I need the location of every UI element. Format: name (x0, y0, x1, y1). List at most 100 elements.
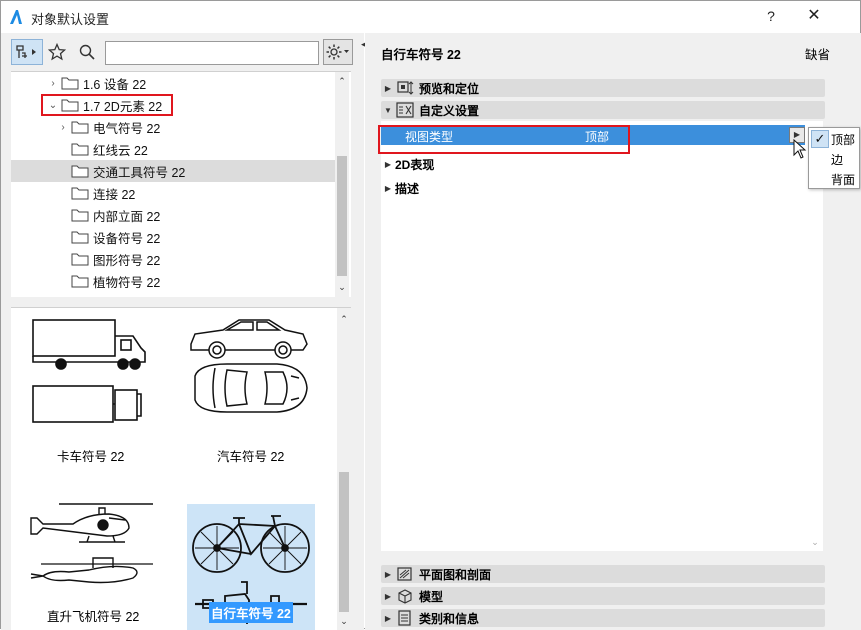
section-classification-info[interactable]: ▶ 类别和信息 (381, 609, 825, 627)
triangle-right-icon: ▶ (384, 183, 392, 193)
section-label: 平面图和剖面 (419, 567, 492, 582)
search-button[interactable] (75, 39, 99, 65)
tree-item-revision-cloud[interactable]: 红线云 22 (11, 138, 335, 160)
tree-item-label: 图形符号 22 (93, 253, 161, 268)
menu-item-side[interactable]: 边 (831, 151, 843, 168)
search-icon (79, 44, 95, 60)
checkmark-icon: ✓ (811, 130, 829, 148)
scroll-down-icon[interactable]: ⌄ (808, 535, 822, 549)
tree-scroll-thumb[interactable] (337, 156, 347, 276)
search-input[interactable] (105, 41, 319, 65)
folder-icon (71, 253, 89, 266)
preview-position-icon (397, 81, 414, 95)
custom-settings-icon (396, 102, 414, 118)
folder-icon (71, 231, 89, 244)
subsection-label: 2D表现 (395, 157, 435, 172)
tree-item-connections[interactable]: 连接 22 (11, 182, 335, 204)
subsection-description[interactable]: ▶ 描述 (381, 178, 419, 198)
tree-item-electrical[interactable]: › 电气符号 22 (11, 116, 335, 138)
triangle-right-icon: ▶ (384, 591, 392, 601)
section-preview-positioning[interactable]: ▶ 预览和定位 (381, 79, 825, 97)
section-label: 预览和定位 (419, 81, 480, 96)
preview-label: 卡车符号 22 (57, 450, 125, 464)
preview-truck[interactable] (29, 316, 149, 426)
preview-label: 汽车符号 22 (217, 450, 285, 464)
folder-icon (71, 209, 89, 222)
tree-item-label: 红线云 22 (93, 143, 148, 158)
gear-icon (326, 44, 349, 60)
default-label[interactable]: 缺省 (805, 44, 830, 63)
annotation-highlight-view-type (378, 125, 630, 154)
helicopter-icon (30, 503, 153, 584)
tree-item-label: 交通工具符号 22 (93, 165, 186, 180)
right-panel: 自行车符号 22 缺省 ▶ 预览和定位 ▼ 自定义设置 视图类型 顶部 ▶ ▶ … (365, 33, 861, 630)
tree-item-vehicles[interactable]: 交通工具符号 22 (11, 160, 335, 182)
object-tree-icon (16, 45, 36, 58)
preview-scroll-thumb[interactable] (339, 472, 349, 612)
tree-item-label: 设备符号 22 (93, 231, 161, 246)
scroll-down-icon[interactable]: ⌄ (335, 280, 349, 294)
folder-icon (71, 187, 89, 200)
folder-icon (71, 121, 89, 134)
section-custom-settings[interactable]: ▼ 自定义设置 (381, 101, 825, 119)
object-title: 自行车符号 22 (381, 48, 461, 62)
triangle-right-icon: ▶ (384, 159, 392, 169)
folder-icon (71, 143, 89, 156)
chevron-right-icon[interactable]: › (57, 122, 69, 133)
floor-plan-icon (397, 567, 412, 581)
folder-icon (71, 275, 89, 288)
preview-label: 直升飞机符号 22 (47, 610, 140, 624)
close-button[interactable]: ✕ (799, 5, 829, 27)
menu-item-back[interactable]: 背面 (831, 171, 855, 188)
section-label: 自定义设置 (419, 103, 480, 118)
tree-item-label: 内部立面 22 (93, 209, 161, 224)
menu-item-top[interactable]: 顶部 (831, 131, 855, 148)
subsection-label: 描述 (395, 181, 420, 196)
triangle-right-icon: ▶ (384, 83, 392, 93)
scroll-up-icon[interactable]: ⌃ (337, 312, 351, 326)
tree-item-label: 植物符号 22 (93, 275, 161, 290)
tree-view-button[interactable] (11, 39, 43, 65)
truck-icon (32, 319, 146, 423)
tree-scrollbar[interactable]: ⌃ ⌄ (335, 72, 349, 297)
section-model[interactable]: ▶ 模型 (381, 587, 825, 605)
scroll-up-icon[interactable]: ⌃ (335, 74, 349, 88)
chevron-right-icon[interactable]: › (47, 78, 59, 89)
triangle-right-icon: ▶ (384, 569, 392, 579)
window-title: 对象默认设置 (31, 12, 110, 27)
help-button[interactable]: ? (759, 5, 783, 27)
preview-scrollbar[interactable]: ⌃ ⌄ (337, 308, 351, 630)
tree-item-equipment-symbols[interactable]: 设备符号 22 (11, 226, 335, 248)
favorites-button[interactable] (45, 39, 69, 65)
preview-car[interactable] (187, 316, 311, 431)
left-panel: › 1.6 设备 22 ⌄ 1.7 2D元素 22 › 电气符号 22 红线云 … (1, 33, 362, 630)
settings-menu-button[interactable] (323, 39, 353, 65)
folder-icon (71, 165, 89, 178)
star-icon (48, 43, 66, 61)
annotation-highlight-tree-item (41, 94, 173, 116)
panel-splitter[interactable] (356, 33, 364, 630)
folder-icon (61, 77, 79, 90)
tree-item-graphic-symbols[interactable]: 图形符号 22 (11, 248, 335, 270)
triangle-right-icon: ▶ (384, 613, 392, 623)
tree-item-plant-symbols[interactable]: 植物符号 22 (11, 270, 335, 292)
mouse-cursor-icon (793, 139, 807, 159)
object-default-settings-window: 对象默认设置 ? ✕ › 1.6 设备 22 ⌄ 1.7 2D元素 22 › 电… (0, 0, 861, 630)
preview-label-selected: 自行车符号 22 (209, 602, 293, 623)
archicad-logo-icon (10, 10, 22, 24)
section-floor-plan-section[interactable]: ▶ 平面图和剖面 (381, 565, 825, 583)
title-bar: 对象默认设置 ? ✕ (1, 1, 860, 33)
section-label: 模型 (419, 589, 444, 604)
tree-item-1-6[interactable]: › 1.6 设备 22 (11, 72, 335, 94)
subsection-2d-representation[interactable]: ▶ 2D表现 (381, 154, 434, 174)
tree-item-label: 电气符号 22 (93, 121, 161, 136)
classification-icon (398, 610, 411, 626)
triangle-down-icon: ▼ (384, 105, 392, 115)
scroll-down-icon[interactable]: ⌄ (337, 614, 351, 628)
preview-helicopter[interactable] (29, 498, 155, 598)
tree-item-label: 1.6 设备 22 (83, 77, 147, 92)
tree-item-label: 连接 22 (93, 187, 136, 202)
model-cube-icon (398, 589, 412, 604)
tree-item-interior-elevation[interactable]: 内部立面 22 (11, 204, 335, 226)
custom-settings-content: 视图类型 顶部 ▶ ▶ 2D表现 ▶ 描述 (381, 121, 807, 551)
